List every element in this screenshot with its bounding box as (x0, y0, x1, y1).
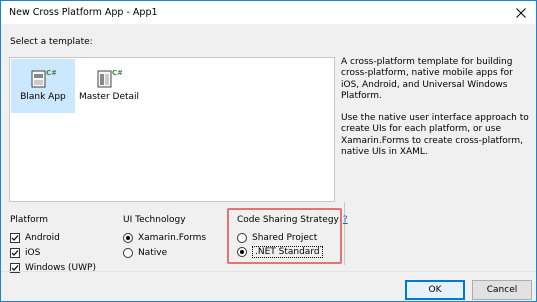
checkbox-label: Android (25, 232, 60, 243)
template-master-detail[interactable]: C# Master Detail (77, 59, 141, 113)
shared-project-radio[interactable]: Shared Project (237, 231, 317, 244)
close-icon[interactable] (506, 1, 536, 25)
platform-android-checkbox[interactable]: Android (10, 231, 60, 244)
net-standard-radio[interactable]: .NET Standard (237, 245, 323, 258)
footer-divider (1, 271, 536, 272)
ok-button[interactable]: OK (405, 280, 465, 300)
template-label: Blank App (20, 92, 66, 102)
description-paragraph: A cross-platform template for building c… (341, 57, 513, 101)
svg-text:C#: C# (112, 69, 122, 77)
ui-technology-title: UI Technology (123, 215, 186, 225)
radio-unselected-icon (237, 232, 247, 243)
code-sharing-title: Code Sharing Strategy? (237, 215, 348, 225)
cancel-button[interactable]: Cancel (472, 280, 532, 300)
template-label: Master Detail (78, 92, 140, 102)
title-bar: New Cross Platform App - App1 (1, 1, 536, 25)
radio-selected-icon (237, 246, 247, 257)
radio-label: Native (138, 247, 168, 258)
platform-title: Platform (10, 215, 48, 225)
description-paragraph: Use the native user interface approach t… (341, 113, 529, 158)
checkbox-label: iOS (25, 247, 41, 258)
platform-uwp-checkbox[interactable]: Windows (UWP) (10, 261, 96, 274)
platform-ios-checkbox[interactable]: iOS (10, 246, 40, 259)
checkbox-checked-icon (10, 247, 20, 258)
ui-native-radio[interactable]: Native (123, 246, 167, 259)
template-list: C# Blank App C# Master Detail (9, 57, 335, 202)
window-title: New Cross Platform App - App1 (9, 7, 158, 18)
template-blank-app[interactable]: C# Blank App (11, 59, 75, 113)
radio-selected-icon (123, 232, 133, 243)
radio-unselected-icon (123, 247, 133, 258)
template-description: A cross-platform template for building c… (341, 57, 529, 202)
svg-text:C#: C# (46, 69, 56, 77)
divider (344, 202, 345, 265)
ui-xamarin-forms-radio[interactable]: Xamarin.Forms (123, 231, 206, 244)
radio-label: .NET Standard (252, 245, 323, 258)
code-sharing-help-link[interactable]: ? (343, 215, 348, 225)
radio-label: Shared Project (252, 232, 318, 243)
select-template-label: Select a template: (10, 37, 93, 47)
radio-label: Xamarin.Forms (138, 232, 207, 243)
checkbox-checked-icon (10, 232, 20, 243)
code-sharing-title-text: Code Sharing Strategy (237, 215, 339, 225)
mobile-app-csharp-icon: C# (30, 67, 57, 89)
master-detail-csharp-icon: C# (96, 67, 123, 89)
new-cross-platform-app-dialog: New Cross Platform App - App1 Select a t… (0, 0, 537, 302)
